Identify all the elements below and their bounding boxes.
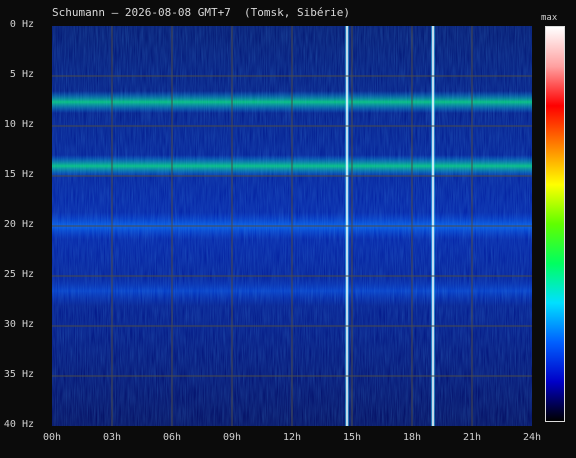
y-tick-label: 35 Hz [3, 369, 34, 380]
y-tick-label: 30 Hz [3, 319, 34, 330]
y-tick-label: 0 Hz [9, 19, 34, 30]
colorbar [545, 26, 565, 422]
y-tick-label: 5 Hz [9, 69, 34, 80]
x-tick-label: 24h [522, 432, 542, 443]
x-tick-label: 15h [342, 432, 362, 443]
x-tick-label: 21h [462, 432, 482, 443]
y-tick-label: 10 Hz [3, 119, 34, 130]
spectrogram-svg [52, 26, 532, 426]
x-tick-label: 03h [102, 432, 122, 443]
y-tick-label: 15 Hz [3, 169, 34, 180]
spectrogram-plot [52, 26, 532, 426]
x-tick-label: 09h [222, 432, 242, 443]
x-tick-label: 00h [42, 432, 62, 443]
x-tick-label: 06h [162, 432, 182, 443]
x-tick-label: 12h [282, 432, 302, 443]
chart-title: Schumann – 2026-08-08 GMT+7 (Tomsk, Sibé… [52, 6, 351, 19]
y-tick-label: 25 Hz [3, 269, 34, 280]
x-tick-label: 18h [402, 432, 422, 443]
colorbar-label: max [541, 13, 558, 23]
y-tick-label: 40 Hz [3, 419, 34, 430]
y-tick-label: 20 Hz [3, 219, 34, 230]
